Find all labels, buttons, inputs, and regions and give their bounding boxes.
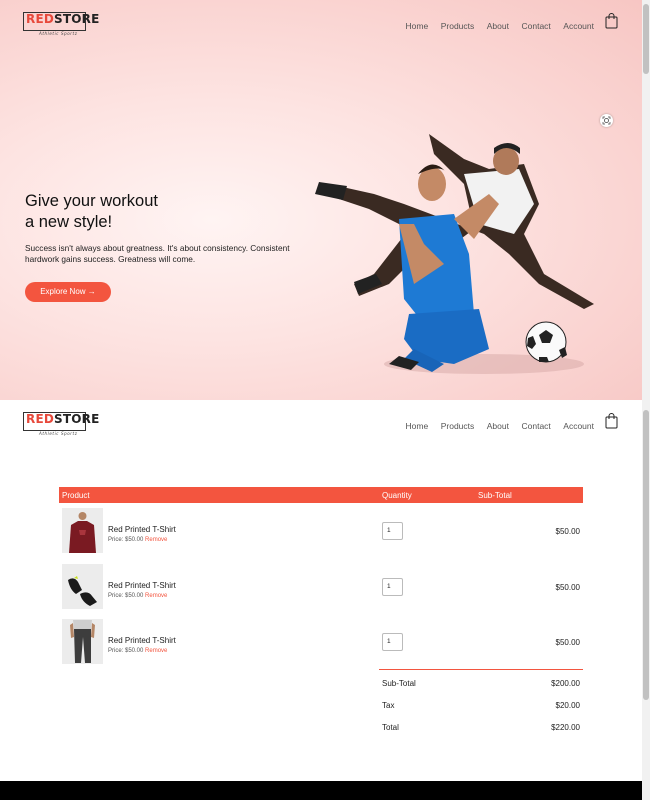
shopping-bag-icon[interactable] [605,12,618,29]
remove-link[interactable]: Remove [145,593,167,599]
cart-row: Red Printed T-Shirt Price: $50.00 Remove… [59,559,583,615]
cart-table-header: Product Quantity Sub-Total [59,487,583,503]
header-quantity: Quantity [382,491,412,500]
item-subtotal: $50.00 [555,582,580,592]
item-subtotal: $50.00 [555,638,580,647]
shopping-bag-icon[interactable] [605,412,618,429]
item-price: Price: $50.00 Remove [108,592,168,599]
remove-link[interactable]: Remove [145,537,167,543]
nav-products[interactable]: Products [441,21,475,31]
hero-text: Success isn't always about greatness. It… [25,243,290,264]
header-product: Product [62,491,90,500]
scrollbar-thumb[interactable] [643,410,649,700]
totals-row: Sub-Total $200.00 [382,679,580,688]
hero-image-soccer-players [315,134,594,374]
nav-home[interactable]: Home [406,421,429,431]
item-name: Red Printed T-Shirt [108,636,176,645]
nav-menu: Home Products About Contact Account [393,421,594,431]
navbar-top: REDSTORE Athletic Sportz Home Products A… [0,0,642,50]
product-image-black-shoes [62,563,103,609]
logo-tagline: Athletic Sportz [39,31,78,36]
nav-contact[interactable]: Contact [521,421,550,431]
hero-section: REDSTORE Athletic Sportz Home Products A… [0,0,642,400]
footer [0,781,642,800]
scrollbar-top[interactable] [642,0,650,400]
logo[interactable]: REDSTORE Athletic Sportz [23,12,99,36]
header-subtotal: Sub-Total [478,491,512,500]
hero-title: Give your workout a new style! [25,192,158,231]
totals-row: Total $220.00 [382,723,580,732]
nav-about[interactable]: About [487,421,509,431]
item-name: Red Printed T-Shirt [108,525,176,534]
nav-contact[interactable]: Contact [521,21,550,31]
nav-account[interactable]: Account [563,21,594,31]
item-subtotal: $50.00 [555,527,580,536]
nav-home[interactable]: Home [406,21,429,31]
quantity-input[interactable]: 1 [382,633,403,651]
logo-tagline: Athletic Sportz [39,431,78,436]
product-image-grey-pants [62,619,103,664]
nav-menu: Home Products About Contact Account [393,21,594,31]
nav-about[interactable]: About [487,21,509,31]
nav-account[interactable]: Account [563,421,594,431]
explore-now-button[interactable]: Explore Now → [25,282,111,302]
item-price: Price: $50.00 Remove [108,648,168,654]
logo[interactable]: REDSTORE Athletic Sportz [23,412,99,436]
quantity-input[interactable]: 1 [382,522,403,540]
navbar-cart: REDSTORE Athletic Sportz Home Products A… [0,400,642,450]
quantity-input[interactable]: 1 [382,577,403,596]
scrollbar-bottom[interactable] [642,400,650,800]
totals-row: Tax $20.00 [382,701,580,710]
item-price: Price: $50.00 Remove [108,537,168,543]
cart-table: Product Quantity Sub-Total Red Printed T… [59,487,583,670]
totals-table: Sub-Total $200.00 Tax $20.00 Total $220.… [379,669,583,736]
scrollbar-thumb[interactable] [643,4,649,74]
product-image-red-tshirt [62,508,103,553]
cart-row: Red Printed T-Shirt Price: $50.00 Remove… [59,503,583,559]
nav-products[interactable]: Products [441,421,475,431]
cart-row: Red Printed T-Shirt Price: $50.00 Remove… [59,614,583,670]
item-name: Red Printed T-Shirt [108,580,176,590]
remove-link[interactable]: Remove [145,648,167,654]
